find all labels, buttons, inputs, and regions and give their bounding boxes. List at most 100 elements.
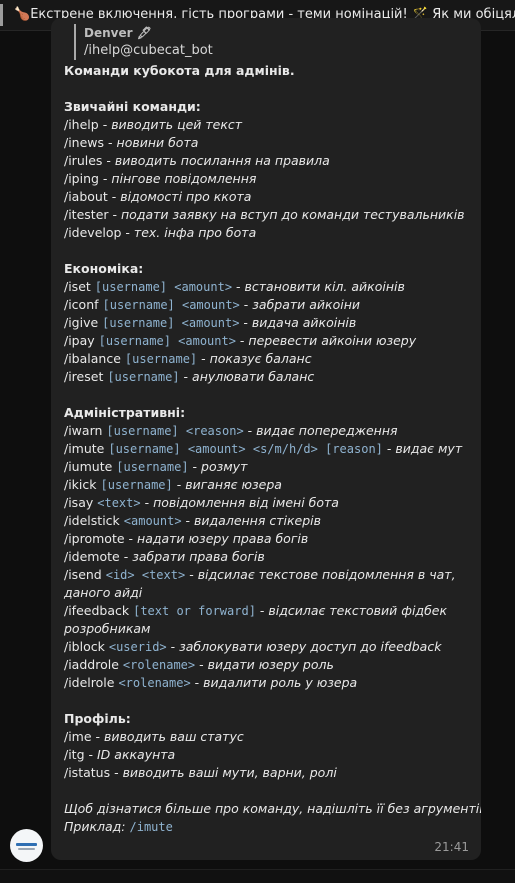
command-row: /imute [username] <amount> <s/m/h/d> [re… xyxy=(64,440,469,458)
command-row: /iwarn [username] <reason> - видає попер… xyxy=(64,422,469,440)
command-args: <userid> xyxy=(108,640,167,654)
section-header-profile: Профіль: xyxy=(64,711,131,726)
separator: - xyxy=(124,531,138,546)
section-economy: /iset [username] <amount> - встановити к… xyxy=(64,278,469,386)
separator: - xyxy=(243,423,257,438)
command-name[interactable]: /ikick xyxy=(64,477,97,492)
command-description: забрати айкоіни xyxy=(252,297,361,312)
command-name[interactable]: /ipay xyxy=(64,333,95,348)
reply-author: Denver 🖋 xyxy=(84,26,152,40)
command-description: подати заявку на вступ до команди тестув… xyxy=(121,207,465,222)
separator: - xyxy=(188,459,202,474)
command-description: виводить ваші мути, варни, ролі xyxy=(122,765,337,780)
command-args: <id> <text> xyxy=(105,568,186,582)
command-name[interactable]: /iabout xyxy=(64,189,108,204)
command-name[interactable]: /idemote xyxy=(64,549,120,564)
command-row: /iset [username] <amount> - встановити к… xyxy=(64,278,469,296)
command-description: тех. інфа про бота xyxy=(133,225,257,240)
command-name[interactable]: /iblock xyxy=(64,639,105,654)
command-row: /iabout - відомості про ккота xyxy=(64,188,469,206)
command-description: анулювати баланс xyxy=(192,369,315,384)
section-ordinary: /ihelp - виводить цей текст/inews - нови… xyxy=(64,116,469,242)
command-row: /isend <id> <text> - відсилає текстове п… xyxy=(64,566,469,602)
command-name[interactable]: /iwarn xyxy=(64,423,102,438)
command-name[interactable]: /igive xyxy=(64,315,98,330)
command-args: [username] <amount> xyxy=(98,334,236,348)
command-name[interactable]: /iset xyxy=(64,279,91,294)
separator: - xyxy=(166,639,180,654)
separator: - xyxy=(98,171,112,186)
command-name[interactable]: /ireset xyxy=(64,369,103,384)
command-row: /itester - подати заявку на вступ до ком… xyxy=(64,206,469,224)
command-name[interactable]: /itg xyxy=(64,747,85,762)
command-name[interactable]: /itester xyxy=(64,207,109,222)
separator: - xyxy=(84,747,97,762)
separator: - xyxy=(255,603,269,618)
bot-avatar[interactable] xyxy=(10,829,43,862)
command-name[interactable]: /isay xyxy=(64,495,93,510)
separator: - xyxy=(121,225,134,240)
command-name[interactable]: /inews xyxy=(64,135,104,150)
command-description: надати юзеру права богів xyxy=(137,531,309,546)
command-row: /ireset [username] - анулювати баланс xyxy=(64,368,469,386)
separator: - xyxy=(239,315,252,330)
separator: - xyxy=(104,135,117,150)
separator: - xyxy=(108,207,121,222)
separator: - xyxy=(107,189,121,204)
separator: - xyxy=(239,297,253,312)
command-row: /iaddrole <rolename> - видати юзеру роль xyxy=(64,656,469,674)
command-args: [username] xyxy=(100,478,173,492)
separator: - xyxy=(110,765,123,780)
example-line: Приклад: /imute xyxy=(64,819,173,834)
command-name[interactable]: /ipromote xyxy=(64,531,125,546)
command-name[interactable]: /iping xyxy=(64,171,99,186)
command-description: видає попередження xyxy=(256,423,398,438)
command-name[interactable]: /ime xyxy=(64,729,92,744)
command-row: /idelrole <rolename> - видалити роль у ю… xyxy=(64,674,469,692)
command-name[interactable]: /idelrole xyxy=(64,675,114,690)
command-name[interactable]: /istatus xyxy=(64,765,110,780)
command-args: [username] <amount> xyxy=(102,316,240,330)
command-name[interactable]: /iconf xyxy=(64,297,99,312)
separator: - xyxy=(195,657,208,672)
command-row: /ipay [username] <amount> - перевести ай… xyxy=(64,332,469,350)
command-description: виводить ваш статус xyxy=(104,729,244,744)
command-name[interactable]: /imute xyxy=(64,441,104,456)
command-description: виводить посилання на правила xyxy=(114,153,330,168)
command-name[interactable]: /isend xyxy=(64,567,102,582)
separator: - xyxy=(102,153,115,168)
section-header-economy: Економіка: xyxy=(64,261,144,276)
reply-quote[interactable]: Denver 🖋 /ihelp@cubecat_bot xyxy=(74,24,469,60)
separator: - xyxy=(232,279,245,294)
command-name[interactable]: /iumute xyxy=(64,459,112,474)
example-command[interactable]: /imute xyxy=(130,820,173,834)
separator: - xyxy=(179,369,193,384)
command-description: видача айкоінів xyxy=(251,315,357,330)
command-name[interactable]: /ihelp xyxy=(64,117,99,132)
command-name[interactable]: /ibalance xyxy=(64,351,121,366)
bottom-bar xyxy=(0,869,515,883)
command-name[interactable]: /idelstick xyxy=(64,513,120,528)
message-title: Команди кубокота для адмінів. xyxy=(64,63,295,78)
command-row: /istatus - виводить ваші мути, варни, ро… xyxy=(64,764,469,782)
message-bubble[interactable]: Denver 🖋 /ihelp@cubecat_bot Команди кубо… xyxy=(51,18,481,860)
command-name[interactable]: /irules xyxy=(64,153,102,168)
command-row: /iconf [username] <amount> - забрати айк… xyxy=(64,296,469,314)
command-description: видає мут xyxy=(395,441,463,456)
command-row: /ifeedback [text or forward] - відсилає … xyxy=(64,602,469,638)
command-args: <text> xyxy=(97,496,141,510)
command-name[interactable]: /idevelop xyxy=(64,225,121,240)
separator: - xyxy=(140,495,154,510)
command-description: відомості про ккота xyxy=(120,189,252,204)
separator: - xyxy=(185,567,198,582)
command-name[interactable]: /ifeedback xyxy=(64,603,129,618)
avatar-logo-sub xyxy=(18,848,35,850)
separator: - xyxy=(382,441,396,456)
command-description: перевести айкоіни юзеру xyxy=(248,333,417,348)
command-row: /idemote - забрати права богів xyxy=(64,548,469,566)
command-name[interactable]: /iaddrole xyxy=(64,657,119,672)
section-header-admin: Адміністративні: xyxy=(64,405,186,420)
message-text: Команди кубокота для адмінів. Звичайні к… xyxy=(64,62,481,836)
command-args: [username] <amount> <s/m/h/d> [reason] xyxy=(108,442,383,456)
command-row: /iping - пінгове повідомлення xyxy=(64,170,469,188)
